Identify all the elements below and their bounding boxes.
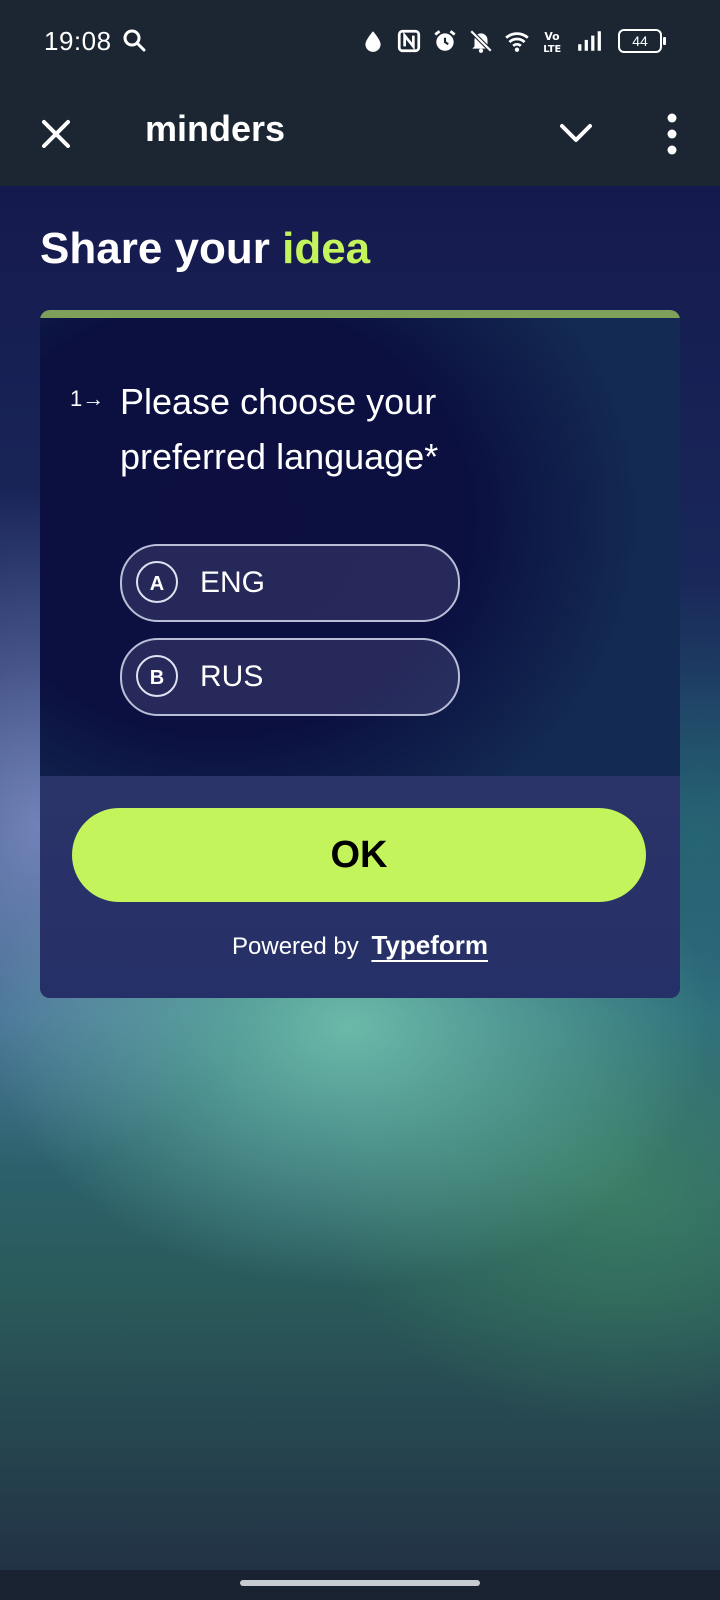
form-background: Share your idea 1→ Please choose your pr… [0, 186, 720, 1570]
form-card: 1→ Please choose your preferred language… [40, 310, 680, 998]
typeform-link[interactable]: Typeform [371, 930, 488, 960]
choice-eng[interactable]: A ENG [120, 544, 460, 622]
choice-label: RUS [200, 660, 264, 693]
svg-text:LTE: LTE [543, 44, 561, 54]
battery-icon: 44 [618, 29, 666, 53]
close-icon[interactable] [36, 114, 76, 154]
powered-by: Powered by Typeform [40, 930, 680, 961]
volte-icon: Vo LTE [543, 30, 561, 54]
alarm-icon [434, 30, 456, 51]
notifications-off-icon [469, 29, 493, 53]
ok-button[interactable]: OK [72, 808, 646, 902]
more-vertical-icon[interactable] [652, 110, 692, 158]
wifi-icon [505, 32, 529, 52]
choice-key: B [136, 655, 178, 697]
choice-rus[interactable]: B RUS [120, 638, 460, 716]
svg-text:Vo: Vo [544, 30, 559, 43]
choice-key: A [136, 561, 178, 603]
question-number: 1→ [70, 386, 105, 411]
app-bar: minders [0, 84, 720, 186]
choice-label: ENG [200, 566, 266, 599]
search-icon [123, 29, 146, 52]
app-title: minders [145, 108, 286, 149]
chevron-down-icon[interactable] [556, 114, 596, 154]
gesture-handle[interactable] [240, 1580, 480, 1586]
status-time: 19:08 [44, 26, 112, 56]
question-text: Please choose your preferred language* [120, 381, 439, 477]
heading-accent: idea [282, 224, 371, 273]
progress-bar [40, 310, 680, 318]
form-heading: Share your idea [40, 224, 370, 274]
heading-prefix: Share your [40, 224, 283, 273]
status-icons: Vo LTE 44 [360, 26, 666, 56]
nfc-icon [397, 29, 421, 53]
powered-by-text: Powered by [232, 933, 359, 960]
question-panel: 1→ Please choose your preferred language… [40, 318, 680, 776]
form-footer: OK Powered by Typeform [40, 776, 680, 998]
navigation-bar [0, 1570, 720, 1600]
signal-icon [578, 31, 601, 51]
status-bar: 19:08 Vo LTE 44 [0, 0, 720, 84]
water-drop-icon [365, 31, 381, 52]
